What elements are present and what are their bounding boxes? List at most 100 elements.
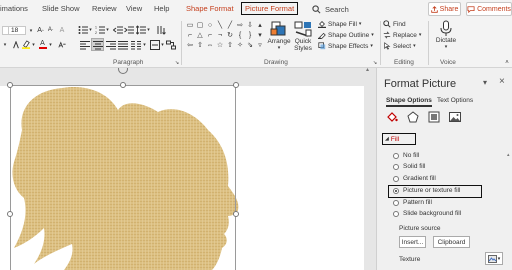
radio-button[interactable] bbox=[393, 152, 399, 159]
shadow-text-icon[interactable] bbox=[12, 40, 20, 49]
shape-fill-button[interactable]: Shape Fill ▾ bbox=[318, 20, 361, 28]
radio-slide-background-fill[interactable]: Slide background fill bbox=[393, 210, 461, 217]
gallery-scroll-down-icon[interactable]: ▾ bbox=[256, 32, 264, 40]
bracket-shape-icon[interactable]: ⌐ bbox=[186, 32, 194, 40]
tab-picture-format[interactable]: Picture Format bbox=[241, 2, 299, 15]
resize-handle[interactable] bbox=[233, 82, 239, 88]
tab-review[interactable]: Review bbox=[92, 4, 117, 13]
radio-button[interactable] bbox=[393, 175, 399, 182]
dictate-button[interactable]: Dictate ▾ bbox=[434, 20, 458, 51]
replace-button[interactable]: Replace ▾ bbox=[383, 31, 421, 39]
brace-shape-icon[interactable]: } bbox=[246, 32, 254, 40]
line-spacing-icon[interactable] bbox=[136, 25, 146, 35]
grow-font-icon[interactable]: A ^ bbox=[36, 25, 45, 35]
radio-button[interactable] bbox=[393, 210, 399, 217]
fill-line-icon[interactable] bbox=[386, 111, 398, 123]
fill-section-header[interactable]: ◢ Fill bbox=[382, 133, 416, 145]
vertical-scrollbar-arrow-icon[interactable]: ▴ bbox=[366, 68, 369, 73]
pane-scrollbar[interactable] bbox=[507, 153, 512, 270]
text-box-shape-icon[interactable]: ▭ bbox=[186, 22, 194, 30]
bracket-shape-icon[interactable]: ¬ bbox=[216, 32, 224, 40]
font-color-dropdown-icon[interactable]: ▾ bbox=[48, 41, 53, 49]
increase-indent-icon[interactable] bbox=[124, 25, 134, 35]
bullets-dropdown-icon[interactable]: ▾ bbox=[88, 26, 93, 34]
radio-solid-fill[interactable]: Solid fill bbox=[393, 163, 425, 170]
align-left-icon[interactable] bbox=[80, 40, 90, 50]
arrow-shape-icon[interactable]: ⇩ bbox=[246, 22, 254, 30]
tab-help[interactable]: Help bbox=[154, 4, 169, 13]
tab-shape-format[interactable]: Shape Format bbox=[186, 4, 234, 13]
change-case-icon[interactable] bbox=[58, 40, 66, 49]
radio-gradient-fill[interactable]: Gradient fill bbox=[393, 175, 436, 182]
share-button[interactable]: Share bbox=[428, 2, 461, 16]
smartart-icon[interactable] bbox=[166, 40, 176, 50]
scroll-up-icon[interactable]: ▴ bbox=[507, 152, 510, 158]
triangle-shape-icon[interactable]: △ bbox=[196, 32, 204, 40]
star-shape-icon[interactable]: ✧ bbox=[236, 42, 244, 50]
gallery-more-icon[interactable]: ▿ bbox=[256, 42, 264, 50]
bullets-icon[interactable] bbox=[78, 25, 88, 35]
radio-pattern-fill[interactable]: Pattern fill bbox=[393, 199, 432, 206]
line-spacing-dropdown-icon[interactable]: ▾ bbox=[146, 26, 151, 34]
arrow-shape-icon[interactable]: ⇦ bbox=[186, 42, 194, 50]
comments-button[interactable]: Comments bbox=[466, 2, 512, 16]
pane-options-dropdown-icon[interactable]: ▾ bbox=[483, 78, 487, 87]
line-shape-icon[interactable]: ╲ bbox=[216, 22, 224, 30]
arrow-shape-icon[interactable]: ⇘ bbox=[246, 42, 254, 50]
arrow-shape-icon[interactable]: ⇧ bbox=[226, 42, 234, 50]
ribbon-collapse-icon[interactable]: ˄ bbox=[504, 59, 510, 66]
justify-icon[interactable] bbox=[118, 40, 128, 50]
shape-effects-button[interactable]: Shape Effects ▾ bbox=[318, 42, 373, 50]
numbering-icon[interactable]: 12 bbox=[95, 25, 105, 35]
align-text-dropdown-icon[interactable]: ▾ bbox=[160, 41, 165, 49]
radio-no-fill[interactable]: No fill bbox=[393, 152, 419, 159]
arrow-shape-icon[interactable]: ↻ bbox=[226, 32, 234, 40]
decrease-indent-icon[interactable] bbox=[113, 25, 123, 35]
align-text-icon[interactable] bbox=[150, 40, 160, 50]
align-center-icon[interactable] bbox=[93, 40, 103, 50]
select-button[interactable]: Select ▾ bbox=[383, 42, 416, 50]
tab-text-options[interactable]: Text Options bbox=[437, 97, 473, 104]
clipboard-button[interactable]: Clipboard bbox=[433, 236, 470, 248]
arrow-shape-icon[interactable]: ⇧ bbox=[196, 42, 204, 50]
close-icon[interactable]: × bbox=[499, 76, 505, 87]
radio-button[interactable] bbox=[393, 163, 399, 170]
arrow-shape-icon[interactable]: ⇔ bbox=[206, 42, 214, 50]
resize-handle[interactable] bbox=[233, 211, 239, 217]
insert-button[interactable]: Insert... bbox=[399, 236, 426, 248]
character-spacing-dropdown-icon[interactable]: ▾ bbox=[2, 41, 8, 49]
quick-styles-button[interactable]: Quick Styles bbox=[292, 20, 314, 52]
effects-icon[interactable] bbox=[407, 111, 419, 123]
brace-shape-icon[interactable]: { bbox=[236, 32, 244, 40]
text-direction-icon[interactable] bbox=[156, 25, 166, 35]
shape-outline-button[interactable]: Shape Outline ▾ bbox=[318, 31, 374, 39]
resize-handle[interactable] bbox=[120, 82, 126, 88]
font-size-dropdown-icon[interactable]: ▾ bbox=[28, 26, 34, 35]
star-shape-icon[interactable]: ☆ bbox=[216, 42, 224, 50]
tab-animations[interactable]: imations bbox=[0, 4, 28, 13]
rectangle-shape-icon[interactable]: ▢ bbox=[196, 22, 204, 30]
radio-button[interactable] bbox=[393, 199, 399, 206]
gallery-scroll-up-icon[interactable]: ▴ bbox=[256, 22, 264, 30]
tab-shape-options[interactable]: Shape Options bbox=[386, 97, 432, 107]
font-size-box[interactable]: 18 bbox=[8, 26, 26, 35]
clear-formatting-icon[interactable]: A bbox=[58, 26, 66, 35]
line-shape-icon[interactable]: ╱ bbox=[226, 22, 234, 30]
search-box[interactable]: Search bbox=[312, 3, 349, 15]
resize-handle[interactable] bbox=[7, 211, 13, 217]
numbering-dropdown-icon[interactable]: ▾ bbox=[105, 26, 110, 34]
size-properties-icon[interactable] bbox=[428, 111, 440, 123]
tab-view[interactable]: View bbox=[126, 4, 142, 13]
shrink-font-icon[interactable]: Aˇ bbox=[46, 25, 55, 35]
columns-dropdown-icon[interactable]: ▾ bbox=[142, 41, 147, 49]
tab-slide-show[interactable]: Slide Show bbox=[42, 4, 80, 13]
bracket-shape-icon[interactable]: ⌐ bbox=[206, 32, 214, 40]
oval-shape-icon[interactable]: ○ bbox=[206, 22, 214, 30]
arrange-button[interactable]: Arrange ▾ bbox=[266, 20, 292, 52]
drawing-dialog-launcher-icon[interactable]: ↘ bbox=[372, 59, 378, 66]
font-color-icon[interactable]: A bbox=[38, 39, 47, 50]
picture-icon[interactable] bbox=[449, 111, 461, 123]
resize-handle[interactable] bbox=[7, 82, 13, 88]
align-right-icon[interactable] bbox=[106, 40, 116, 50]
highlight-icon[interactable] bbox=[22, 40, 30, 49]
